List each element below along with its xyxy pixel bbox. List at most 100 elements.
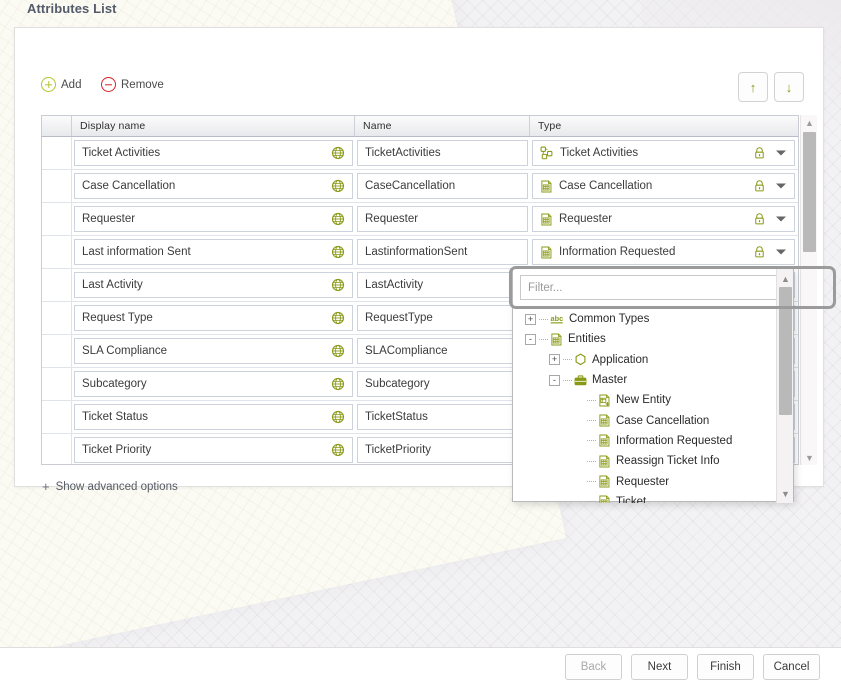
table-row[interactable]: Last information Sent LastinformationSent… [42,236,798,269]
row-select-cell[interactable] [42,335,72,367]
tree-node[interactable]: + abc Common Types [513,309,777,329]
table-row[interactable]: Ticket Activities TicketActivities Ticket … [42,137,798,170]
globe-icon[interactable] [331,377,345,391]
cell-display-name[interactable]: Last Activity [74,272,353,298]
lock-icon[interactable] [753,147,766,160]
cell-display-name[interactable]: Last information Sent [74,239,353,265]
structure-icon [540,146,554,160]
lock-icon[interactable] [753,246,766,259]
tree-node[interactable]: New Entity [513,390,777,410]
column-header-type[interactable]: Type [530,116,798,136]
chevron-down-icon[interactable] [776,150,786,156]
chevron-down-icon[interactable] [776,249,786,255]
globe-icon[interactable] [331,278,345,292]
scroll-up-arrow-icon[interactable]: ▲ [801,115,818,130]
cell-name[interactable]: TicketActivities [357,140,528,166]
cancel-button[interactable]: Cancel [763,653,820,680]
lock-icon[interactable] [753,180,766,193]
cell-display-name[interactable]: Ticket Status [74,404,353,430]
tree-node[interactable]: - Master [513,370,777,390]
cell-display-name[interactable]: Case Cancellation [74,173,353,199]
cell-name[interactable]: TicketPriority [357,437,528,463]
expand-icon[interactable]: + [549,354,560,366]
cell-name[interactable]: TicketStatus [357,404,528,430]
row-select-cell[interactable] [42,236,72,268]
tree-node[interactable]: + Application [513,350,777,370]
cell-type[interactable]: Information Requested [532,239,795,265]
cell-display-name[interactable]: Request Type [74,305,353,331]
row-select-cell[interactable] [42,434,72,464]
back-button[interactable]: Back [565,653,622,680]
collapse-icon[interactable]: - [525,333,536,345]
globe-icon[interactable] [331,179,345,193]
name-text: LastinformationSent [365,246,468,258]
tree-node[interactable]: Reassign Ticket Info [513,451,777,471]
circle-minus-icon [101,77,116,92]
scroll-down-arrow-icon[interactable]: ▼ [801,450,818,465]
next-button[interactable]: Next [631,653,688,680]
cell-display-name[interactable]: Requester [74,206,353,232]
tree-node[interactable]: Information Requested [513,431,777,451]
globe-icon[interactable] [331,344,345,358]
cell-name[interactable]: LastinformationSent [357,239,528,265]
move-up-button[interactable]: ↑ [738,72,768,102]
dropdown-vertical-scrollbar[interactable]: ▲ ▼ [776,269,793,503]
globe-icon[interactable] [331,212,345,226]
row-select-cell[interactable] [42,170,72,202]
tree-node[interactable]: Case Cancellation [513,410,777,430]
cell-display-name[interactable]: SLA Compliance [74,338,353,364]
remove-button[interactable]: Remove [101,77,164,92]
globe-icon[interactable] [331,443,345,457]
row-select-cell[interactable] [42,203,72,235]
add-button[interactable]: Add [41,77,81,92]
dropdown-scroll-down-icon[interactable]: ▼ [777,486,794,501]
expand-icon[interactable]: + [525,313,536,325]
column-header-display-name[interactable]: Display name [72,116,355,136]
cell-type[interactable]: Case Cancellation [532,173,795,199]
cell-name[interactable]: Subcategory [357,371,528,397]
cell-name[interactable]: SLACompliance [357,338,528,364]
collapse-icon[interactable]: - [549,374,560,386]
tree-node[interactable]: Requester [513,471,777,491]
row-select-cell[interactable] [42,137,72,169]
cell-type[interactable]: Requester [532,206,795,232]
cell-type[interactable]: Ticket Activities [532,140,795,166]
filter-input[interactable] [520,275,786,300]
cell-name[interactable]: Requester [357,206,528,232]
row-select-cell[interactable] [42,302,72,334]
lock-icon[interactable] [753,213,766,226]
tree-connector-line [587,460,596,462]
page-title: Attributes List [27,1,117,16]
cell-name[interactable]: CaseCancellation [357,173,528,199]
globe-icon[interactable] [331,410,345,424]
globe-icon[interactable] [331,245,345,259]
finish-button[interactable]: Finish [697,653,754,680]
cell-name[interactable]: LastActivity [357,272,528,298]
tree-node[interactable]: - Entities [513,329,777,349]
grid-vertical-scrollbar[interactable]: ▲ ▼ [800,115,817,465]
table-row[interactable]: Requester Requester Requester [42,203,798,236]
move-down-button[interactable]: ↓ [774,72,804,102]
row-select-cell[interactable] [42,269,72,301]
tree-node[interactable]: Ticket [513,492,777,503]
wizard-button-bar: Back Next Finish Cancel [0,647,841,685]
chevron-down-icon[interactable] [776,216,786,222]
dropdown-scroll-up-icon[interactable]: ▲ [777,271,794,286]
column-header-name[interactable]: Name [355,116,530,136]
table-row[interactable]: Case Cancellation CaseCancellation Case Ca… [42,170,798,203]
chevron-down-icon[interactable] [776,183,786,189]
row-select-cell[interactable] [42,401,72,433]
dropdown-scrollbar-thumb[interactable] [779,287,792,415]
show-advanced-options-link[interactable]: + Show advanced options [42,480,178,493]
globe-icon[interactable] [331,311,345,325]
circle-plus-icon [41,77,56,92]
column-header-select[interactable] [42,116,72,136]
cell-display-name[interactable]: Ticket Priority [74,437,353,463]
cell-display-name[interactable]: Ticket Activities [74,140,353,166]
globe-icon[interactable] [331,146,345,160]
row-select-cell[interactable] [42,368,72,400]
entity-icon [598,455,611,468]
cell-display-name[interactable]: Subcategory [74,371,353,397]
cell-name[interactable]: RequestType [357,305,528,331]
grid-scrollbar-thumb[interactable] [803,132,816,252]
